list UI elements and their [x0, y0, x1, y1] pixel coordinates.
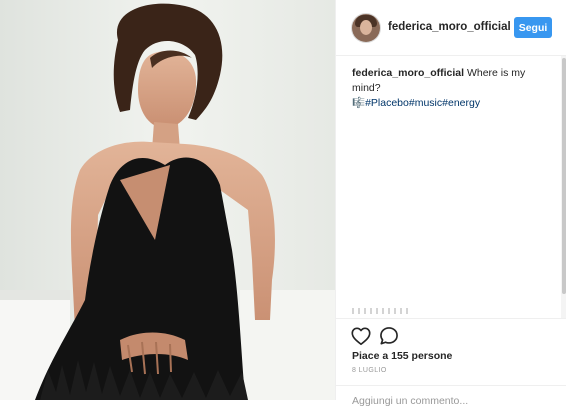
comments-scrollbar[interactable]	[561, 56, 566, 318]
clipped-comment-row	[352, 308, 412, 314]
comment-input[interactable]	[352, 392, 552, 410]
post-date[interactable]: 8 LUGLIO	[352, 367, 387, 374]
caption-username[interactable]: federica_moro_official	[352, 67, 464, 79]
avatar-face	[360, 20, 372, 35]
likes-count[interactable]: Piace a 155 persone	[352, 350, 452, 362]
post-photo-illustration	[0, 0, 335, 400]
post-header: federica_moro_official Segui	[336, 0, 566, 56]
add-comment-bar	[336, 385, 566, 415]
post-caption: federica_moro_official Where is my mind?…	[352, 66, 552, 111]
scrollbar-thumb[interactable]	[562, 58, 566, 294]
follow-button[interactable]: Segui	[514, 17, 552, 38]
header-username[interactable]: federica_moro_official	[388, 21, 511, 33]
hashtag-music[interactable]: #music	[409, 97, 442, 109]
post-actions: Piace a 155 persone 8 LUGLIO	[336, 318, 566, 410]
hashtag-placebo[interactable]: #Placebo	[365, 97, 409, 109]
comments-section: federica_moro_official Where is my mind?…	[336, 56, 566, 318]
comment-icon[interactable]	[378, 325, 400, 347]
avatar[interactable]	[352, 14, 380, 42]
music-emoji-icon: 🎼	[352, 97, 366, 109]
post-photo[interactable]	[0, 0, 335, 400]
post-side-panel: federica_moro_official Segui federica_mo…	[335, 0, 566, 410]
heart-icon[interactable]	[350, 325, 372, 347]
hashtag-energy[interactable]: #energy	[442, 97, 480, 109]
